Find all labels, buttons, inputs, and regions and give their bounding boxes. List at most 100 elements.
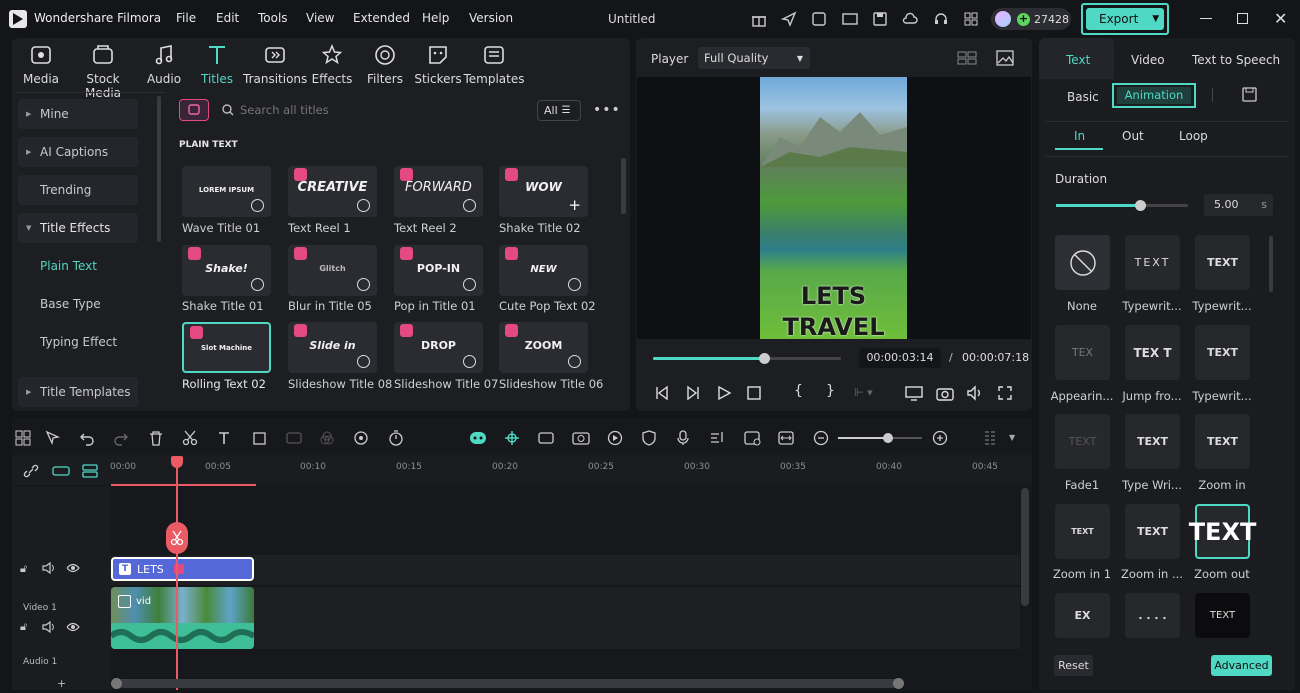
anim-typewriter-3[interactable]: TEXT [1195,325,1250,380]
eye-icon[interactable] [66,563,80,573]
tab-loop[interactable]: Loop [1179,129,1208,143]
download-icon[interactable] [568,355,581,368]
playhead-line[interactable] [176,457,178,690]
download-icon[interactable] [357,355,370,368]
anim-fade1[interactable]: TEXT [1055,414,1110,469]
playback-progress[interactable] [653,353,841,364]
title-thumb-pop-in-title-01[interactable]: POP-IN [394,245,483,296]
anim-typewriter-2[interactable]: TEXT [1195,235,1250,290]
close-icon[interactable]: ✕ [1274,9,1287,28]
title-thumb-slideshow-title-06[interactable]: ZOOM [499,322,588,373]
link-clips-icon[interactable] [52,464,70,478]
play-icon[interactable] [716,385,732,401]
chevron-down-icon[interactable]: ▼ [1009,433,1015,442]
sidebar-item-plain-text[interactable]: Plain Text [18,251,138,281]
save-preset-icon[interactable] [1242,87,1257,102]
anim-appearing[interactable]: TEX [1055,325,1110,380]
anim-zoom-in[interactable]: TEXT [1195,414,1250,469]
title-thumb-rolling-text-02[interactable]: Slot Machine [182,322,271,373]
crop-icon[interactable] [252,430,268,446]
quality-dropdown[interactable]: Full Quality ▼ [698,47,810,69]
timeline-zoom-slider[interactable] [838,433,922,443]
stop-icon[interactable] [746,385,762,401]
title-thumb-text-reel-1[interactable]: CREATIVE [288,166,377,217]
sidebar-item-ai-captions[interactable]: ▶ AI Captions [18,137,138,167]
camera-icon[interactable] [936,385,954,401]
add-track-icon[interactable]: + [57,677,66,690]
monitor-icon[interactable] [905,385,923,401]
fullscreen-icon[interactable] [997,385,1013,401]
sidebar-item-title-effects[interactable]: ▼ Title Effects [18,213,138,243]
zoom-out-icon[interactable] [813,430,829,446]
shield-icon[interactable] [641,430,657,446]
sidebar-item-trending[interactable]: Trending [18,175,138,205]
marker-icon[interactable]: ⊩ ▾ [854,386,873,399]
animations-scrollbar[interactable] [1269,236,1273,292]
sidebar-item-title-templates[interactable]: ▶ Title Templates [18,377,138,407]
minimize-icon[interactable] [1200,18,1212,19]
category-stickers[interactable]: Stickers [406,44,470,86]
anim-typewriter-1[interactable]: TEXT [1125,235,1180,290]
color-icon[interactable] [319,430,335,446]
record-screen-icon[interactable] [572,430,590,446]
microphone-icon[interactable] [675,430,691,446]
scroll-handle-right[interactable] [893,678,904,689]
gift-icon[interactable] [751,11,767,27]
redo-icon[interactable] [113,430,129,446]
title-thumb-slideshow-title-07[interactable]: DROP [394,322,483,373]
tab-out[interactable]: Out [1122,129,1144,143]
anim-thumb[interactable]: EX [1055,593,1110,638]
title-thumb-slideshow-title-08[interactable]: Slide in [288,322,377,373]
title-thumb-shake-title-01[interactable]: Shake! [182,245,271,296]
download-icon[interactable] [463,278,476,291]
link-icon[interactable] [23,464,39,478]
anim-zoom-in-2[interactable]: TEXT [1125,504,1180,559]
grid-view-icon[interactable] [957,50,977,66]
add-icon[interactable]: + [568,196,581,214]
playhead-handle[interactable] [171,456,183,468]
anim-thumb[interactable]: . . . . [1125,593,1180,638]
duration-slider[interactable] [1056,200,1188,211]
title-thumb-shake-title-02[interactable]: WOW + [499,166,588,217]
headset-icon[interactable] [933,11,949,27]
title-thumb-text-reel-2[interactable]: FORWARD [394,166,483,217]
select-pointer-icon[interactable] [45,430,61,446]
subtab-basic[interactable]: Basic [1067,90,1099,104]
mark-in-icon[interactable]: { [794,383,803,399]
speaker-icon[interactable] [42,621,56,633]
eye-icon[interactable] [66,622,80,632]
anim-jump-from[interactable]: TEX T [1125,325,1180,380]
play-circle-icon[interactable] [607,430,623,446]
category-templates[interactable]: Templates [462,44,526,86]
mark-out-icon[interactable]: } [826,383,835,399]
audio-mix-icon[interactable] [709,430,725,446]
tab-text-to-speech[interactable]: Text to Speech [1192,53,1280,67]
text-tool-icon[interactable] [217,430,233,446]
menu-view[interactable]: View [306,11,334,25]
timeline-horizontal-scrollbar[interactable] [111,678,904,689]
tab-video[interactable]: Video [1131,53,1165,67]
download-icon[interactable] [463,199,476,212]
undo-icon[interactable] [79,430,95,446]
zoom-in-icon[interactable] [932,430,948,446]
sidebar-scrollbar[interactable] [157,96,161,242]
image-settings-icon[interactable] [744,430,761,446]
anim-thumb[interactable]: TEXT [1195,593,1250,638]
timer-icon[interactable] [388,430,404,446]
reset-button[interactable]: Reset [1054,655,1093,676]
filter-all-dropdown[interactable]: All ☰ [537,100,581,121]
anim-zoom-out[interactable]: TEXT [1189,504,1256,559]
title-clip[interactable]: T LETS [111,557,254,581]
scissors-icon[interactable] [182,430,198,446]
volume-icon[interactable] [966,385,984,401]
category-transitions[interactable]: Transitions [243,44,307,86]
download-icon[interactable] [357,278,370,291]
timeline-vertical-scrollbar[interactable] [1021,488,1029,606]
view-options-icon[interactable] [983,430,999,446]
auto-ripple-icon[interactable] [504,430,520,446]
maximize-icon[interactable] [1237,13,1248,24]
search-input[interactable] [240,100,520,120]
track-manager-icon[interactable] [82,464,98,478]
menu-file[interactable]: File [176,11,196,25]
category-titles[interactable]: Titles [185,44,249,86]
